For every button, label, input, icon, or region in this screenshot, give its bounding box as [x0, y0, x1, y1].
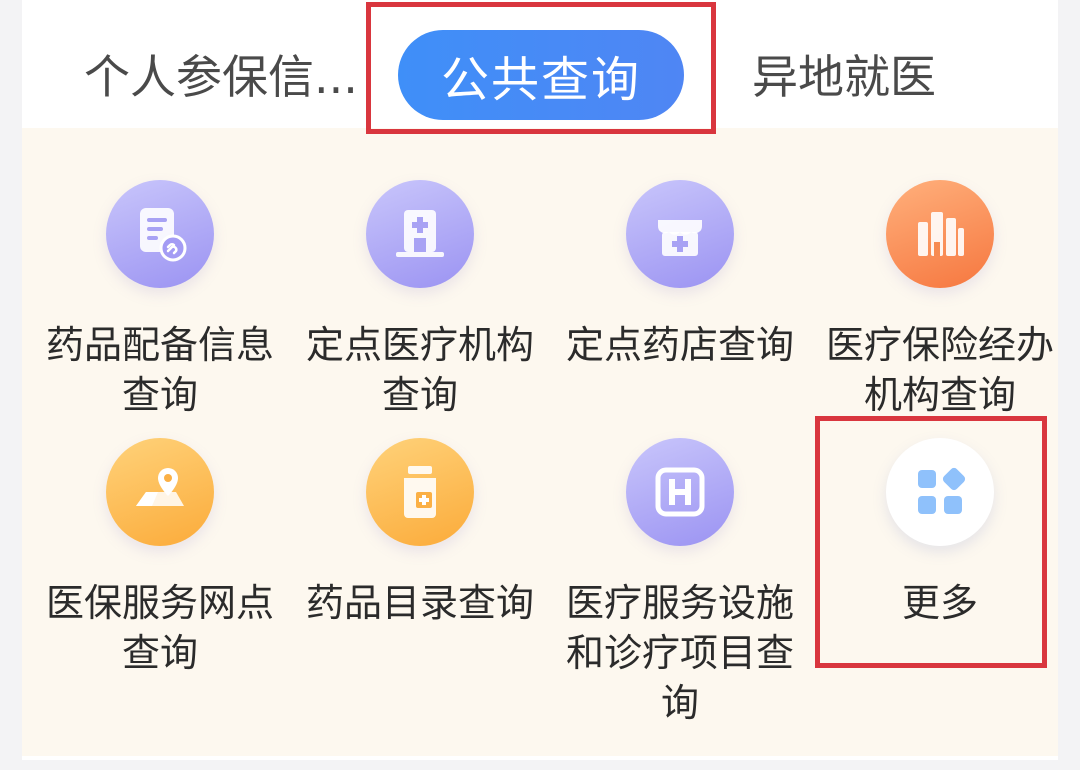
item-label: 更多 — [901, 581, 978, 625]
service-grid: 药品配备信息查询 定点医疗机构查询 定点药店查询 医疗保险经办机构查询 医保服务… — [22, 128, 1058, 756]
item-drug-catalog-query[interactable]: 药品目录查询 — [290, 438, 550, 628]
item-label: 定点药店查询 — [565, 323, 794, 367]
document-link-icon — [106, 180, 214, 288]
item-label: 医保服务网点查询 — [45, 581, 274, 675]
item-label: 药品配备信息查询 — [45, 323, 274, 417]
item-label: 定点医疗机构查询 — [305, 323, 534, 417]
tab-personal-insurance[interactable]: 个人参保信... — [84, 26, 374, 122]
page: 个人参保信... 公共查询 异地就医 药品配备信息查询 定点医疗机构查询 定点药… — [0, 0, 1080, 770]
tab-bar: 个人参保信... 公共查询 异地就医 — [22, 0, 1058, 128]
app-grid-icon — [886, 438, 994, 546]
h-sign-icon — [626, 438, 734, 546]
pharmacy-store-icon — [626, 180, 734, 288]
item-drug-supply-query[interactable]: 药品配备信息查询 — [30, 180, 290, 420]
office-buildings-icon — [886, 180, 994, 288]
map-pin-icon — [106, 438, 214, 546]
tab-public-query[interactable]: 公共查询 — [398, 30, 684, 120]
hospital-building-icon — [366, 180, 474, 288]
item-more[interactable]: 更多 — [810, 438, 1070, 628]
item-insurance-agency-query[interactable]: 医疗保险经办机构查询 — [810, 180, 1070, 420]
item-label: 药品目录查询 — [305, 581, 534, 625]
item-designated-pharmacy-query[interactable]: 定点药店查询 — [550, 180, 810, 370]
tab-remote-medical[interactable]: 异地就医 — [752, 26, 952, 122]
item-label: 医疗保险经办机构查询 — [825, 323, 1054, 417]
medicine-bottle-icon — [366, 438, 474, 546]
item-designated-medical-institution-query[interactable]: 定点医疗机构查询 — [290, 180, 550, 420]
item-medical-service-facility-query[interactable]: 医疗服务设施和诊疗项目查询 — [550, 438, 810, 728]
item-service-outlet-query[interactable]: 医保服务网点查询 — [30, 438, 290, 678]
item-label: 医疗服务设施和诊疗项目查询 — [565, 581, 794, 725]
